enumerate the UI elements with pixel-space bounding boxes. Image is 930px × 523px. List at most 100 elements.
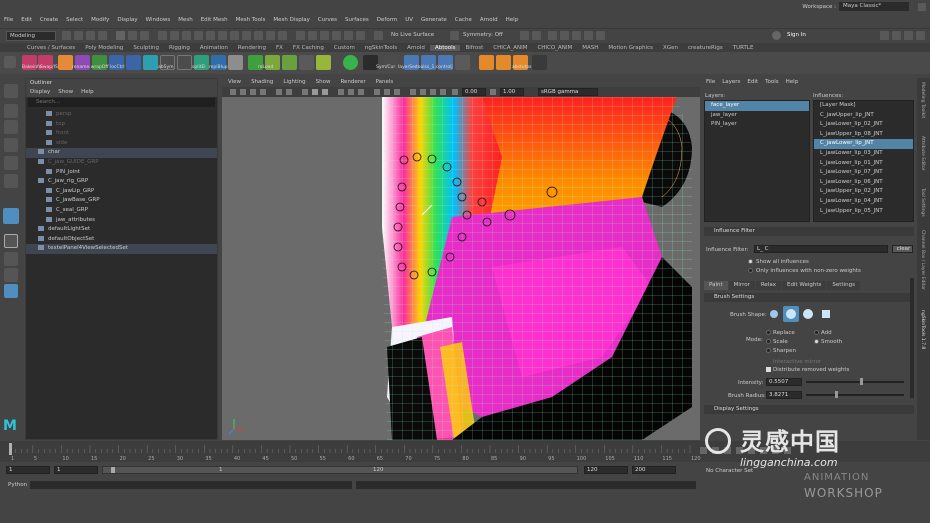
outliner-row[interactable]: PIN_joint	[26, 168, 217, 178]
range-start-handle[interactable]	[111, 467, 115, 473]
menu-help[interactable]: Help	[502, 17, 523, 23]
deform-mask-icon[interactable]	[254, 31, 263, 40]
paint-tab[interactable]: Settings	[827, 281, 860, 290]
user-icon[interactable]	[772, 31, 781, 40]
four-view-icon[interactable]	[4, 252, 18, 266]
select-object-icon[interactable]	[128, 31, 137, 40]
menu-display[interactable]: Display	[113, 17, 141, 23]
select-component-icon[interactable]	[140, 31, 149, 40]
script-language-toggle[interactable]: Python	[8, 482, 27, 488]
misc-mask-icon[interactable]	[278, 31, 287, 40]
skin-menu-item[interactable]: File	[706, 78, 715, 87]
magnet-icon[interactable]	[374, 31, 383, 40]
influence-row[interactable]: L_jawUpper_lip_02_JNT	[814, 187, 913, 197]
outliner-row[interactable]: C_jaw_rig_GRP	[26, 177, 217, 187]
snap-grid-icon[interactable]	[296, 31, 305, 40]
menu-select[interactable]: Select	[62, 17, 87, 23]
outliner-row[interactable]: defaultLightSet	[26, 225, 217, 235]
layout-icon[interactable]	[4, 284, 18, 298]
influence-row[interactable]: L_jawLower_lip_07_JNT	[814, 168, 913, 178]
menu-mesh[interactable]: Mesh	[174, 17, 196, 23]
playback-start-field[interactable]: 1	[54, 466, 98, 474]
ipr-render-icon[interactable]	[560, 31, 569, 40]
shelf-tab[interactable]: Bifrost	[460, 45, 488, 51]
render-mask-icon[interactable]	[266, 31, 275, 40]
intensity-field[interactable]: 0.5507	[766, 378, 802, 386]
side-tab-channel-box[interactable]: Channel Box / Layer Editor	[920, 230, 925, 290]
menu-modify[interactable]: Modify	[87, 17, 113, 23]
influence-row[interactable]: L_jawLower_lip_03_JNT	[814, 149, 913, 159]
outliner-row[interactable]: C_jawBase_GRP	[26, 196, 217, 206]
outliner-row[interactable]: side	[26, 139, 217, 149]
export-icon[interactable]	[58, 55, 73, 70]
menu-arnold[interactable]: Arnold	[476, 17, 502, 23]
exposure-icon[interactable]	[452, 89, 458, 95]
window-control-icon[interactable]	[918, 2, 926, 11]
display-settings-header[interactable]: Display Settings	[704, 405, 914, 414]
layer-row[interactable]: face_layer	[705, 101, 809, 111]
command-input[interactable]	[30, 481, 352, 489]
paint-select-icon[interactable]	[4, 120, 18, 134]
history-icon[interactable]	[520, 31, 529, 40]
influence-row[interactable]: L_jawLower_lip_02_JNT	[814, 120, 913, 130]
select-hierarchy-icon[interactable]	[116, 31, 125, 40]
skin-menu-item[interactable]: Edit	[747, 78, 758, 87]
shelf-tab[interactable]: Curves / Surfaces	[22, 45, 80, 51]
curve-tool-icon[interactable]	[143, 55, 158, 70]
textured-icon[interactable]	[338, 89, 344, 95]
viewport-menu-item[interactable]: Renderer	[340, 78, 365, 87]
camera-icon[interactable]	[230, 89, 236, 95]
shelf-tab[interactable]: ngSkinTools	[360, 45, 402, 51]
shelf-tab[interactable]: Rigging	[164, 45, 195, 51]
radius-slider-handle[interactable]	[835, 391, 839, 398]
uv-mask-icon[interactable]	[206, 31, 215, 40]
outliner-menu-item[interactable]: Help	[81, 88, 94, 97]
mode-smooth-radio[interactable]	[814, 339, 819, 344]
layers-list[interactable]: face_layer jaw_layer PIN_layer	[704, 100, 810, 222]
vertex-mask-icon[interactable]	[170, 31, 179, 40]
menu-curves[interactable]: Curves	[314, 17, 341, 23]
outliner-menu-item[interactable]: Show	[58, 88, 73, 97]
side-tab-tool-settings[interactable]: Tool Settings	[920, 188, 925, 217]
outliner-row[interactable]: persp	[26, 110, 217, 120]
influences-list[interactable]: [Layer Mask] C_jawUpper_lip_JNT L_jawLower…	[813, 100, 914, 222]
outliner-row[interactable]: top	[26, 120, 217, 130]
persp-outliner-icon[interactable]	[4, 268, 18, 282]
shelf-tab[interactable]: Abtools	[429, 44, 461, 51]
hypershade-icon[interactable]	[584, 31, 593, 40]
move-tool-icon[interactable]	[282, 55, 297, 70]
mode-add-radio[interactable]	[814, 330, 819, 335]
outliner-menu-item[interactable]: Display	[30, 88, 50, 97]
only-nonzero-radio[interactable]	[748, 268, 753, 273]
folder-icon[interactable]	[62, 31, 71, 40]
outliner-row[interactable]: C_jawLip_GRP	[26, 187, 217, 197]
ab-tool-orange-icon[interactable]	[479, 55, 494, 70]
exposure-field[interactable]: 0.00	[462, 88, 486, 96]
wireframe-icon[interactable]	[302, 89, 308, 95]
attribute-editor-icon[interactable]	[904, 31, 913, 40]
paint-tab[interactable]: Mirror	[728, 281, 755, 290]
last-tool-icon[interactable]	[3, 208, 19, 224]
shelf-tab[interactable]: MASH	[577, 45, 603, 51]
outliner-row[interactable]: textelPanel4ViewSelectedSet	[26, 244, 217, 254]
cube-tool-icon[interactable]	[316, 55, 331, 70]
arnold-render-icon[interactable]	[596, 31, 605, 40]
outliner-row[interactable]: defaultObjectSet	[26, 235, 217, 245]
ab-arrow-icon[interactable]	[455, 55, 470, 70]
shelf-tab[interactable]: Poly Modeling	[80, 45, 128, 51]
brush-square-icon[interactable]	[822, 310, 830, 318]
side-tab-ngskintools[interactable]: ngSkinTools 1.7.8	[920, 310, 925, 349]
menu-deform[interactable]: Deform	[373, 17, 401, 23]
menu-generate[interactable]: Generate	[417, 17, 451, 23]
shelf-tab[interactable]: Animation	[195, 45, 233, 51]
influence-row[interactable]: L_jawLower_lip_06_JNT	[814, 178, 913, 188]
skin-menu-item[interactable]: Tools	[765, 78, 779, 87]
shelf-tab[interactable]: creatureRigs	[683, 45, 728, 51]
ao-icon[interactable]	[410, 89, 416, 95]
layer-row[interactable]: PIN_layer	[705, 120, 809, 130]
mode-replace-radio[interactable]	[766, 330, 771, 335]
influence-row[interactable]: [Layer Mask]	[814, 101, 913, 111]
intensity-slider[interactable]	[806, 381, 904, 383]
lasso-tool-icon[interactable]	[4, 104, 18, 118]
distribute-checkbox[interactable]	[766, 367, 771, 372]
